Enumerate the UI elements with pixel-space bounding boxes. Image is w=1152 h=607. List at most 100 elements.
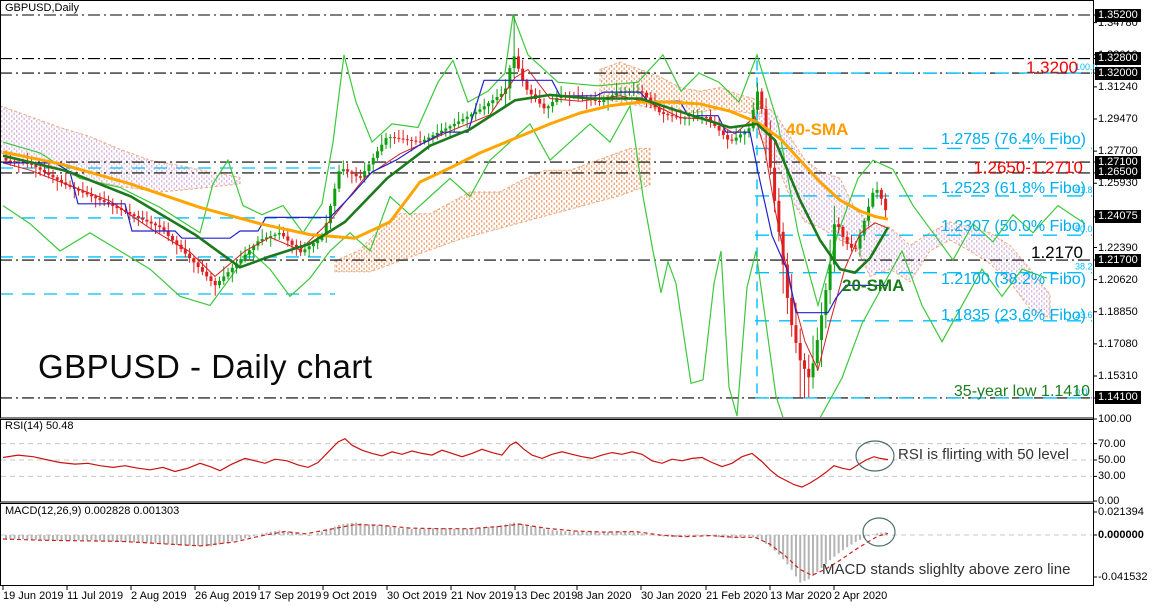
candle-body xyxy=(337,171,341,189)
candle-body xyxy=(171,235,175,241)
candle-body xyxy=(529,89,533,95)
candle-body xyxy=(730,139,734,141)
date-tick-label: 9 Oct 2019 xyxy=(323,590,377,602)
macd-tick-label: 0.021394 xyxy=(1098,506,1144,518)
rsi-tick-label: 70.00 xyxy=(1098,438,1126,450)
macd-tick-label: 0.000000 xyxy=(1098,529,1144,541)
candle-body xyxy=(845,236,849,244)
candle-body xyxy=(452,123,456,127)
candle-body xyxy=(341,169,345,172)
candle-body xyxy=(410,139,414,141)
candle-body xyxy=(841,226,845,237)
candle-body xyxy=(738,134,742,138)
candle-body xyxy=(247,250,251,255)
candle-body xyxy=(849,243,853,248)
candle-body xyxy=(837,224,841,227)
candle-body xyxy=(405,139,409,141)
candle-body xyxy=(512,56,516,69)
date-tick-label: 19 Jun 2019 xyxy=(3,590,64,602)
candle-body xyxy=(218,280,221,286)
candle-body xyxy=(721,130,725,136)
fib-76-label: 1.2785 (76.4% Fibo) xyxy=(941,131,1086,148)
candle-body xyxy=(546,106,550,109)
support-2170-label: 1.2170 xyxy=(1031,243,1083,262)
candle-body xyxy=(487,103,491,107)
macd-indicator-label: MACD(12,26,9) 0.002828 0.001303 xyxy=(5,505,180,517)
candle-body xyxy=(670,115,674,117)
sma40-label: 40-SMA xyxy=(786,120,849,139)
candle-body xyxy=(102,200,106,203)
candle-body xyxy=(747,128,751,132)
candle-body xyxy=(166,231,170,236)
fib-100-price-label: 1.3200 xyxy=(1026,58,1078,77)
date-tick-label: 13 Mar 2020 xyxy=(770,590,832,602)
candle-body xyxy=(153,223,157,226)
candle-body xyxy=(773,167,777,201)
fib-38-label: 1.2100 (38.2% Fibo) xyxy=(941,271,1086,288)
candle-body xyxy=(98,198,102,201)
candle-body xyxy=(239,259,243,264)
fib-61-label: 1.2523 (61.8% Fibo) xyxy=(941,180,1086,197)
candle-body xyxy=(307,246,311,250)
candle-body xyxy=(662,112,666,114)
candle-body xyxy=(132,214,136,217)
candle-body xyxy=(640,91,644,93)
candle-body xyxy=(717,125,721,131)
price-level-badge: 1.21700 xyxy=(1095,254,1141,267)
symbol-timeframe-label: GBPUSD,Daily xyxy=(5,2,79,14)
candle-body xyxy=(824,290,828,316)
candle-body xyxy=(418,141,422,143)
candle-body xyxy=(371,157,375,165)
candle-body xyxy=(47,172,51,175)
price-tick-label: 1.15310 xyxy=(1098,370,1138,382)
candle-body xyxy=(478,109,482,112)
price-level-badge: 1.32000 xyxy=(1095,67,1141,80)
fib-23-label: 1.1835 (23.6% Fibo) xyxy=(941,307,1086,324)
macd-tick-label: -0.041532 xyxy=(1098,571,1148,583)
candle-body xyxy=(205,271,209,277)
rsi-tick-label: 100.00 xyxy=(1098,413,1132,425)
candle-body xyxy=(495,97,499,101)
candle-body xyxy=(273,234,277,237)
price-tick-label: 1.17080 xyxy=(1098,338,1138,350)
candle-body xyxy=(136,216,140,218)
candle-body xyxy=(243,254,247,260)
resistance-zone-label: 1.2650-1.2710 xyxy=(973,158,1083,177)
sma20-label: 20-SMA xyxy=(842,276,905,295)
price-tick-label: 1.29470 xyxy=(1098,113,1138,125)
candle-body xyxy=(388,137,392,139)
candle-body xyxy=(875,189,879,193)
candle-body xyxy=(615,93,619,96)
date-tick-label: 26 Aug 2019 xyxy=(195,590,257,602)
candle-body xyxy=(871,192,875,207)
candle-body xyxy=(807,368,811,378)
candle-body xyxy=(598,100,602,103)
candle-body xyxy=(811,363,815,378)
candle-body xyxy=(457,121,461,124)
candle-body xyxy=(444,128,448,131)
candle-body xyxy=(222,276,226,281)
candle-body xyxy=(38,167,42,170)
candle-body xyxy=(196,262,200,268)
candle-body xyxy=(884,198,888,211)
candle-body xyxy=(393,137,397,139)
date-tick-label: 2 Apr 2020 xyxy=(834,590,888,602)
date-tick-label: 30 Jan 2020 xyxy=(641,590,702,602)
price-tick-label: 1.18850 xyxy=(1098,306,1138,318)
price-tick-label: 1.20620 xyxy=(1098,274,1138,286)
35-year-low-label: 35-year low 1.1410 xyxy=(953,383,1090,400)
candle-body xyxy=(726,135,730,140)
candle-body xyxy=(491,100,495,104)
candle-body xyxy=(200,267,204,272)
candle-body xyxy=(521,68,525,81)
candle-body xyxy=(375,151,379,158)
candle-body xyxy=(42,169,46,173)
trading-chart-window: 100.0 61.8 50.0 38.2 23.6 0.0 GBPUSD,Daily GB… xyxy=(0,0,1152,607)
candle-body xyxy=(4,157,8,161)
candle-body xyxy=(794,325,798,343)
date-tick-label: 30 Oct 2019 xyxy=(387,590,447,602)
rsi-annotation: RSI is flirting with 50 level xyxy=(898,446,1069,463)
price-level-badge: 1.35200 xyxy=(1095,9,1141,22)
candle-body xyxy=(226,272,230,277)
candle-body xyxy=(13,161,17,163)
